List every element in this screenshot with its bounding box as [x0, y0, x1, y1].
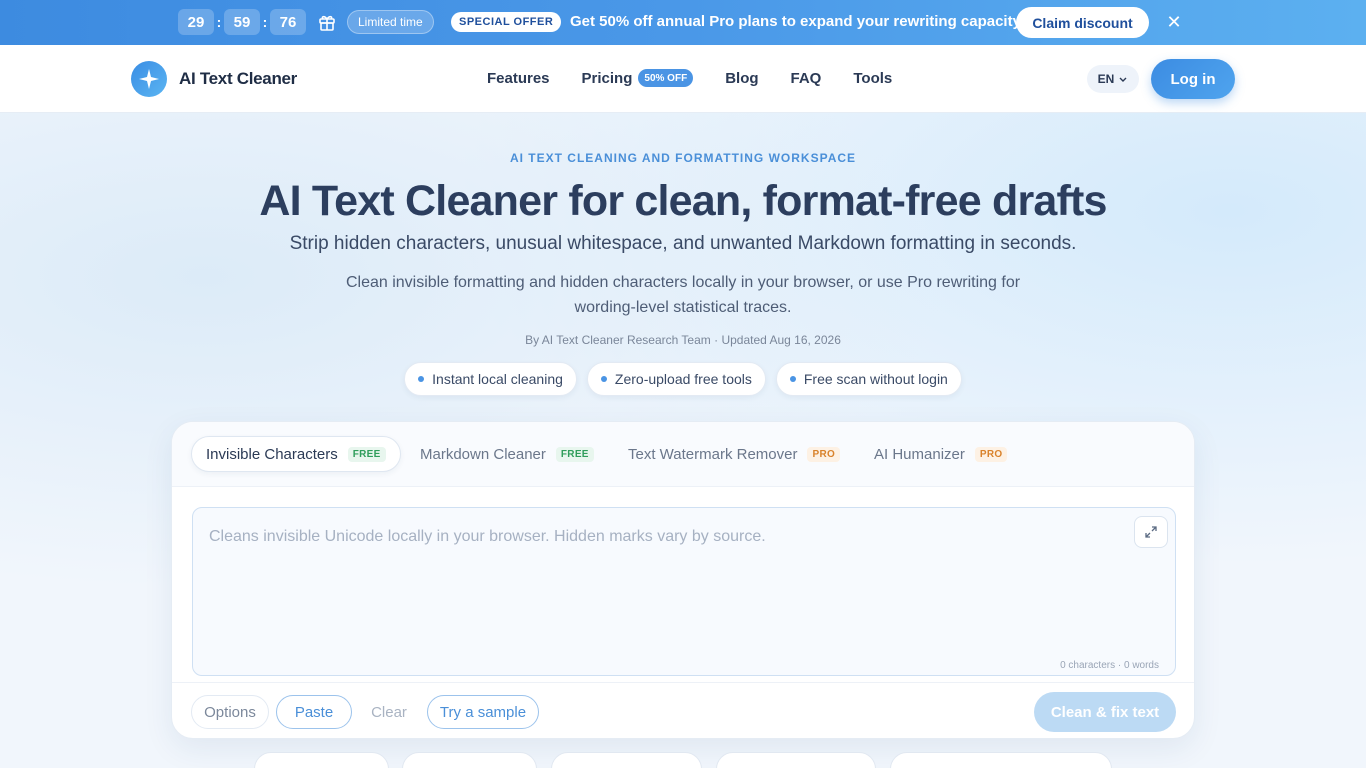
pro-tag: PRO: [807, 446, 841, 462]
nav-link-features[interactable]: Features: [487, 70, 550, 87]
discount-badge: 50% OFF: [638, 69, 694, 87]
clear-button[interactable]: Clear: [361, 695, 417, 729]
tab-text-watermark-remover[interactable]: Text Watermark Remover PRO: [628, 436, 841, 472]
nav-link-faq[interactable]: FAQ: [791, 70, 822, 87]
tab-markdown-cleaner[interactable]: Markdown Cleaner FREE: [420, 436, 594, 472]
nav-link-pricing[interactable]: Pricing 50% OFF: [582, 69, 694, 87]
text-input-area[interactable]: Cleans invisible Unicode locally in your…: [192, 507, 1176, 676]
tab-label: Invisible Characters: [206, 445, 338, 463]
promo-bar: 29 : 59 : 76 Limited time SPECIAL OFFER …: [0, 0, 1366, 45]
timer-hours: 29: [178, 9, 214, 35]
character-word-count: 0 characters · 0 words: [1060, 660, 1159, 671]
tab-label: Text Watermark Remover: [628, 445, 798, 463]
special-offer-badge: SPECIAL OFFER: [451, 12, 562, 32]
timer-minutes: 59: [224, 9, 260, 35]
page-title: AI Text Cleaner for clean, format-free d…: [259, 177, 1107, 225]
related-tool-chips: Text Cleaner AI Clean AI Text AI Output …: [0, 752, 1366, 768]
options-button[interactable]: Options: [191, 695, 269, 729]
feature-chip-label: Free scan without login: [803, 371, 948, 387]
promo-message: Get 50% off annual Pro plans to expand y…: [570, 13, 1024, 30]
logo-sparkle-icon[interactable]: [131, 61, 167, 97]
login-button[interactable]: Log in: [1151, 59, 1235, 99]
feature-chip: Instant local cleaning: [404, 362, 577, 396]
gift-icon: [319, 15, 335, 31]
nav-link-label: Pricing: [581, 69, 633, 87]
timer-seconds: 76: [270, 9, 306, 35]
tab-label: Markdown Cleaner: [420, 445, 546, 463]
brand-name[interactable]: AI Text Cleaner: [179, 69, 297, 89]
countdown-timer: 29 : 59 : 76: [178, 9, 306, 35]
tab-label: AI Humanizer: [874, 445, 965, 463]
byline: By AI Text Cleaner Research Team · Updat…: [525, 333, 841, 347]
free-tag: FREE: [555, 446, 594, 462]
tool-actions: Options Paste Clear Try a sample Clean &…: [172, 682, 1194, 738]
bullet-dot-icon: [418, 376, 425, 382]
claim-discount-button[interactable]: Claim discount: [1016, 7, 1149, 38]
tab-invisible-characters[interactable]: Invisible Characters FREE: [191, 436, 401, 472]
pro-tag: PRO: [974, 446, 1008, 462]
nav-links: Features Pricing 50% OFF Blog FAQ Tools: [487, 69, 924, 87]
free-tag: FREE: [347, 446, 386, 462]
feature-chip-label: Zero-upload free tools: [614, 371, 752, 387]
bullet-dot-icon: [600, 376, 607, 382]
timer-separator: :: [216, 14, 222, 30]
related-chip[interactable]: AI Output Cleaner: [551, 752, 702, 768]
clean-fix-text-button[interactable]: Clean & fix text: [1034, 692, 1176, 732]
editor-placeholder: Cleans invisible Unicode locally in your…: [209, 528, 766, 545]
tool-tabs: Invisible Characters FREE Markdown Clean…: [172, 422, 1194, 487]
language-selector[interactable]: EN: [1087, 65, 1139, 93]
related-chip[interactable]: Text Cleaner AI: [254, 752, 389, 768]
feature-chip: Zero-upload free tools: [586, 362, 766, 396]
hero-description: Clean invisible formatting and hidden ch…: [345, 274, 1021, 316]
language-label: EN: [1097, 72, 1115, 86]
try-sample-button[interactable]: Try a sample: [427, 695, 539, 729]
top-navigation: AI Text Cleaner Features Pricing 50% OFF…: [0, 45, 1366, 113]
limited-time-badge: Limited time: [347, 10, 434, 34]
chevron-down-icon: [1119, 77, 1127, 82]
expand-icon[interactable]: [1134, 516, 1168, 548]
nav-link-tools[interactable]: Tools: [853, 70, 892, 87]
hero-eyebrow: AI TEXT CLEANING AND FORMATTING WORKSPAC…: [509, 151, 857, 165]
paste-button[interactable]: Paste: [276, 695, 352, 729]
nav-link-blog[interactable]: Blog: [725, 70, 758, 87]
cleaner-tool-card: Invisible Characters FREE Markdown Clean…: [171, 421, 1195, 739]
timer-separator: :: [262, 14, 268, 30]
hero-subtitle: Strip hidden characters, unusual whitesp…: [289, 233, 1077, 254]
feature-chip: Free scan without login: [775, 362, 962, 396]
feature-chips: Instant local cleaning Zero-upload free …: [0, 362, 1366, 396]
tab-ai-humanizer[interactable]: AI Humanizer PRO: [874, 436, 1008, 472]
close-icon[interactable]: ✕: [1166, 13, 1182, 31]
related-chip[interactable]: Clean AI Text: [402, 752, 537, 768]
related-chip[interactable]: Remove Invisible Characters: [890, 752, 1112, 768]
related-chip[interactable]: Clean Chatbot Text: [716, 752, 876, 768]
bullet-dot-icon: [789, 376, 796, 382]
feature-chip-label: Instant local cleaning: [432, 371, 563, 387]
